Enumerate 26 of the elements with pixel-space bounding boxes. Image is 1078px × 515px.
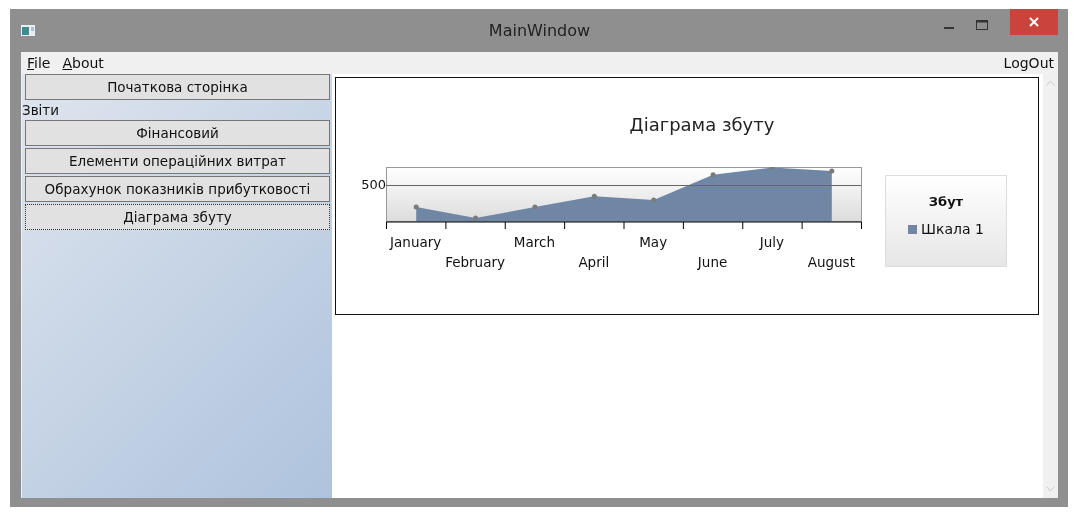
axis-label: July xyxy=(759,234,785,250)
nav-button[interactable]: Діаграма збуту xyxy=(25,204,330,230)
axis-label: June xyxy=(697,254,728,270)
menu-item[interactable]: File xyxy=(27,55,51,71)
chart-title: Діаграма збуту xyxy=(628,114,776,135)
app-icon xyxy=(21,25,35,36)
axis-label: January xyxy=(390,234,442,250)
nav-button[interactable]: Обрахунок показників прибутковості xyxy=(25,176,330,202)
close-icon xyxy=(1029,17,1039,27)
window-title: MainWindow xyxy=(488,21,591,40)
axis-label: August xyxy=(807,254,855,270)
logout-link[interactable]: LogOut xyxy=(1003,55,1054,71)
close-button[interactable] xyxy=(1010,9,1058,35)
axis-label: February xyxy=(445,254,505,270)
menu-item[interactable]: About xyxy=(62,55,104,71)
nav-button[interactable]: Елементи операційних витрат xyxy=(25,148,330,174)
legend-title: Збут xyxy=(928,194,964,209)
nav-button[interactable]: Початкова сторінка xyxy=(25,74,330,100)
axis-label: 500 xyxy=(361,177,386,192)
axis-label: March xyxy=(513,234,555,250)
section-label: Звіти xyxy=(22,102,60,118)
nav-button[interactable]: Фінансовий xyxy=(25,120,330,146)
axis-label: April xyxy=(578,254,610,270)
maximize-icon[interactable] xyxy=(976,20,988,30)
legend-label: Шкала 1 xyxy=(921,221,984,237)
axis-label: May xyxy=(639,234,668,250)
